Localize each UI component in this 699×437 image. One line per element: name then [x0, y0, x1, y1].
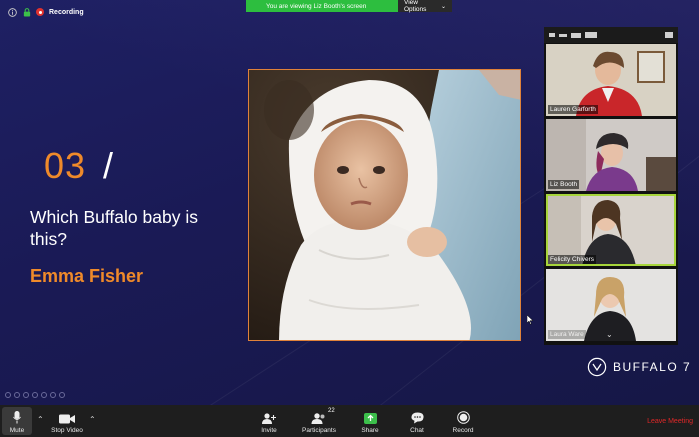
meeting-toolbar: Mute ⌃ Stop Video ⌃ Invite Participants … — [0, 405, 699, 437]
participants-count: 22 — [328, 408, 335, 414]
share-label: Share — [361, 427, 379, 434]
video-options-caret-icon[interactable]: ⌃ — [89, 415, 96, 424]
gallery-view-icon[interactable] — [571, 32, 581, 38]
participants-icon — [311, 413, 325, 424]
encryption-lock-icon[interactable] — [22, 7, 31, 17]
recording-label: Recording — [49, 8, 84, 16]
annotate-tool-icon[interactable] — [5, 392, 11, 398]
audio-options-caret-icon[interactable]: ⌃ — [37, 415, 44, 424]
participant-tile[interactable]: Lauren Garforth — [546, 44, 676, 116]
gallery-toolbar — [544, 27, 678, 43]
strip-view-icon[interactable] — [559, 33, 567, 37]
meeting-status-bar: Recording — [8, 6, 84, 18]
minimize-icon[interactable] — [549, 33, 555, 37]
viewing-banner: You are viewing Liz Booth's screen View … — [246, 0, 452, 13]
shared-screen: Recording You are viewing Liz Booth's sc… — [0, 0, 699, 405]
buffalo-logo: BUFFALO 7 — [587, 357, 691, 377]
invite-person-icon — [262, 413, 276, 424]
speaker-view-icon[interactable] — [585, 32, 597, 38]
participant-name: Liz Booth — [548, 180, 580, 189]
mute-button[interactable]: Mute — [2, 405, 32, 437]
chat-bubble-icon — [410, 412, 424, 424]
stop-video-button[interactable]: Stop Video — [48, 405, 86, 437]
mouse-cursor-icon — [527, 315, 534, 325]
brand-text: BUFFALO 7 — [613, 360, 692, 374]
share-button[interactable]: Share — [356, 405, 384, 437]
annotate-tool-icon[interactable] — [59, 392, 65, 398]
chevron-down-icon[interactable]: ⌄ — [606, 330, 613, 339]
participant-name: Laura Ware — [548, 330, 586, 339]
stop-video-label: Stop Video — [51, 427, 83, 434]
annotate-tool-icon[interactable] — [23, 392, 29, 398]
slide-answer: Emma Fisher — [30, 266, 144, 286]
slide-number: 03 — [44, 145, 87, 186]
record-button[interactable]: Record — [449, 405, 477, 437]
share-screen-icon — [363, 413, 377, 424]
participant-gallery: Lauren Garforth Liz Booth Felicity Chive… — [544, 27, 678, 345]
chat-button[interactable]: Chat — [404, 405, 430, 437]
chevron-down-icon: ⌄ — [440, 3, 446, 10]
participant-name: Lauren Garforth — [548, 105, 598, 114]
viewing-status: You are viewing Liz Booth's screen — [246, 0, 398, 12]
participant-tile[interactable]: Liz Booth — [546, 119, 676, 191]
leave-meeting-button[interactable]: Leave Meeting — [647, 418, 693, 425]
annotate-tool-icon[interactable] — [41, 392, 47, 398]
microphone-icon — [13, 411, 21, 424]
record-icon — [456, 411, 470, 424]
recording-icon — [36, 8, 44, 16]
invite-button[interactable]: Invite — [255, 405, 283, 437]
fullscreen-icon[interactable] — [665, 32, 673, 38]
view-options-label: View Options — [404, 0, 427, 13]
baby-photo — [248, 69, 521, 341]
participant-tile-active-speaker[interactable]: Felicity Chivers — [546, 194, 676, 266]
chat-label: Chat — [410, 427, 424, 434]
mute-label: Mute — [9, 427, 25, 434]
slide-question: Which Buffalo baby is this? — [30, 207, 198, 249]
video-camera-icon — [59, 414, 75, 424]
participants-label: Participants — [302, 427, 336, 434]
view-options-button[interactable]: View Options ⌄ — [398, 0, 452, 13]
annotate-tool-icon[interactable] — [50, 392, 56, 398]
annotate-tool-icon[interactable] — [32, 392, 38, 398]
info-icon[interactable] — [8, 7, 17, 17]
buffalo-logo-icon — [587, 357, 607, 377]
participant-name: Felicity Chivers — [548, 255, 597, 264]
invite-label: Invite — [261, 427, 277, 434]
record-label: Record — [452, 427, 474, 434]
annotation-tools — [5, 392, 65, 398]
slide-separator: / — [103, 145, 114, 186]
annotate-tool-icon[interactable] — [14, 392, 20, 398]
